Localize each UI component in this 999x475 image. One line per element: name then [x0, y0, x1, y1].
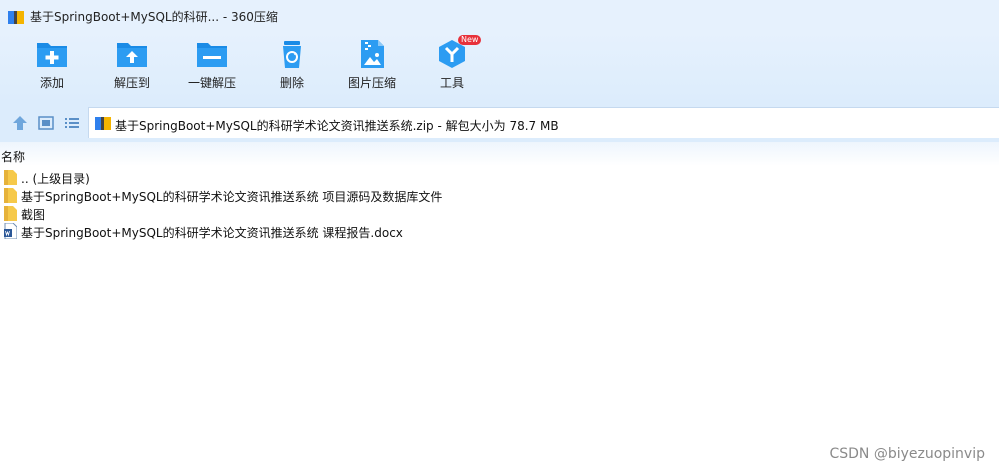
list-item-parent-dir[interactable]: .. (上级目录) — [0, 168, 999, 186]
address-bar[interactable]: 基于SpringBoot+MySQL的科研学术论文资讯推送系统.zip - 解包… — [88, 107, 999, 138]
list-item-name: .. (上级目录) — [21, 172, 90, 186]
delete-button[interactable]: 删除 — [252, 36, 332, 98]
new-badge: New — [458, 35, 482, 45]
address-text: 基于SpringBoot+MySQL的科研学术论文资讯推送系统.zip - 解包… — [115, 119, 559, 133]
address-row: 基于SpringBoot+MySQL的科研学术论文资讯推送系统.zip - 解包… — [0, 104, 999, 142]
toolbar: 添加 解压到 一键解压 删除 图片压缩 New 工具 — [0, 32, 999, 104]
image-compress-label: 图片压缩 — [347, 76, 396, 90]
list-item-name: 基于SpringBoot+MySQL的科研学术论文资讯推送系统 项目源码及数据库… — [21, 190, 443, 204]
add-label: 添加 — [39, 76, 64, 90]
folder-icon — [4, 188, 17, 203]
list-header: 名称 — [0, 142, 999, 166]
image-compress-icon — [361, 40, 384, 68]
delete-label: 删除 — [279, 76, 304, 90]
list-item-screenshots-folder[interactable]: 截图 — [0, 204, 999, 222]
list-item-name: 截图 — [21, 208, 46, 222]
list-item-report-docx[interactable]: 基于SpringBoot+MySQL的科研学术论文资讯推送系统 课程报告.doc… — [0, 222, 999, 240]
list-item-name: 基于SpringBoot+MySQL的科研学术论文资讯推送系统 课程报告.doc… — [21, 226, 403, 240]
up-arrow-icon[interactable] — [11, 114, 29, 132]
one-click-extract-label: 一键解压 — [187, 76, 236, 90]
tools-button[interactable]: New 工具 — [412, 35, 492, 98]
recycle-bin-icon — [283, 41, 301, 68]
add-icon — [37, 43, 67, 67]
extract-to-label: 解压到 — [113, 76, 150, 90]
title-bar[interactable]: 基于SpringBoot+MySQL的科研... - 360压缩 — [0, 0, 999, 32]
archive-app-icon — [8, 11, 24, 24]
folder-icon — [4, 206, 17, 221]
add-button[interactable]: 添加 — [12, 36, 92, 98]
window-title: 基于SpringBoot+MySQL的科研... - 360压缩 — [30, 10, 278, 24]
extract-to-icon — [117, 43, 147, 67]
list-view-icon[interactable] — [63, 114, 81, 132]
list-item-source-folder[interactable]: 基于SpringBoot+MySQL的科研学术论文资讯推送系统 项目源码及数据库… — [0, 186, 999, 204]
column-header-name[interactable]: 名称 — [1, 148, 25, 165]
one-click-extract-button[interactable]: 一键解压 — [172, 36, 252, 98]
one-click-extract-icon — [197, 43, 227, 67]
watermark: CSDN @biyezuopinvip — [829, 446, 985, 462]
image-compress-button[interactable]: 图片压缩 — [332, 36, 412, 98]
thumbnail-view-icon[interactable] — [37, 114, 55, 132]
zip-file-icon — [95, 117, 111, 130]
tools-label: 工具 — [439, 76, 464, 90]
word-document-icon — [4, 223, 17, 239]
folder-icon — [4, 170, 17, 185]
extract-to-button[interactable]: 解压到 — [92, 36, 172, 98]
